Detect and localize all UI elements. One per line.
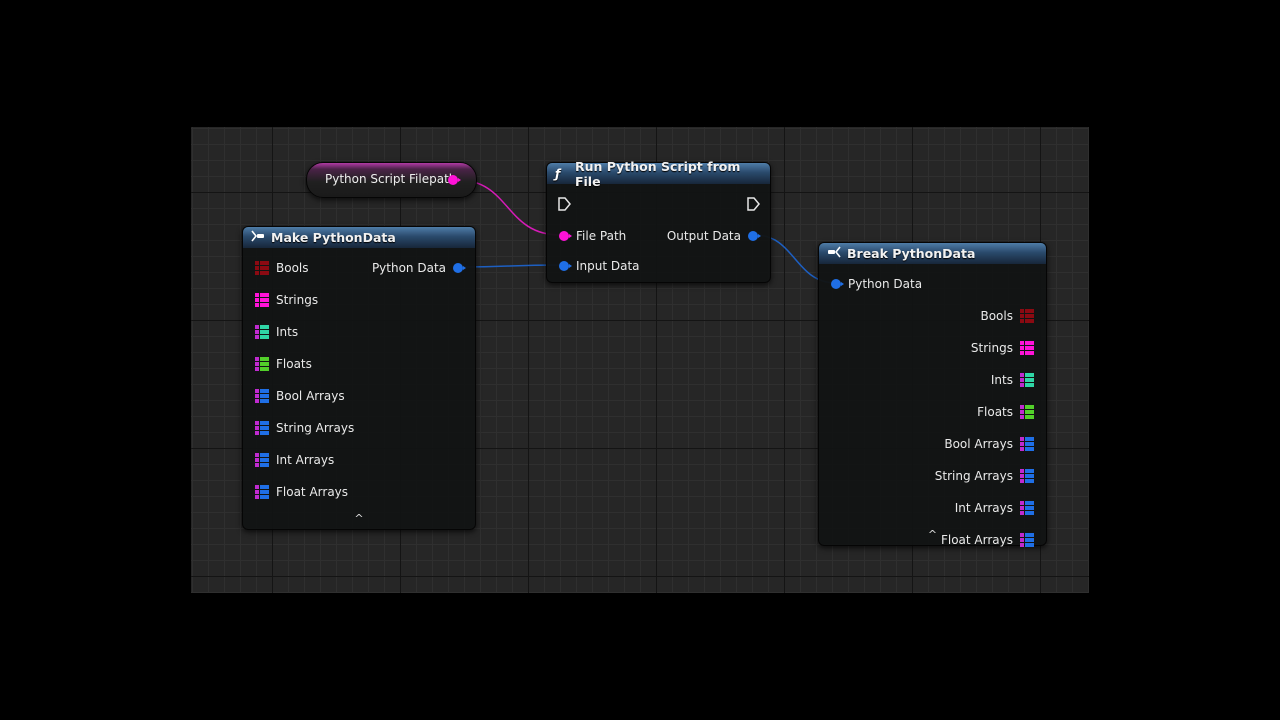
break-string-arrays-label: String Arrays xyxy=(934,469,1013,483)
make-python-data-label: Python Data xyxy=(371,261,446,275)
break-pin-row-string-arrays[interactable]: String Arrays xyxy=(935,467,1034,485)
make-node-header: Make PythonData xyxy=(243,227,475,248)
make-pin-row-bool-arrays[interactable]: Bool Arrays xyxy=(255,387,345,405)
exec-output-pin[interactable] xyxy=(746,197,760,211)
make-pythondata-node[interactable]: Make PythonData Python Data Bools Strings… xyxy=(242,226,476,530)
break-bool-arrays-label: Bool Arrays xyxy=(944,437,1013,451)
function-icon: ƒ xyxy=(555,166,561,181)
make-ints-label: Ints xyxy=(276,325,299,339)
output-data-label: Output Data xyxy=(666,229,741,243)
make-string-arrays-pin-icon[interactable] xyxy=(255,421,269,435)
break-python-data-input-row[interactable]: Python Data xyxy=(831,275,922,293)
break-python-data-label: Python Data xyxy=(848,277,923,291)
make-pin-row-ints[interactable]: Ints xyxy=(255,323,298,341)
break-ints-label: Ints xyxy=(990,373,1013,387)
break-bools-label: Bools xyxy=(980,309,1013,323)
make-python-data-output-pin[interactable] xyxy=(453,263,466,273)
run-node-header: ƒ Run Python Script from File xyxy=(547,159,770,189)
break-python-data-input-pin[interactable] xyxy=(831,279,844,289)
output-data-output-pin[interactable] xyxy=(748,231,761,241)
make-node-title: Make PythonData xyxy=(271,230,396,245)
python-script-filepath-variable-node[interactable]: Python Script Filepath xyxy=(306,162,477,198)
make-strings-pin-icon[interactable] xyxy=(255,293,269,307)
break-int-arrays-label: Int Arrays xyxy=(954,501,1013,515)
make-bool-arrays-label: Bool Arrays xyxy=(276,389,345,403)
make-float-arrays-pin-icon[interactable] xyxy=(255,485,269,499)
output-data-output-row[interactable]: Output Data xyxy=(666,227,761,245)
break-floats-pin-icon[interactable] xyxy=(1020,405,1034,419)
make-pin-row-strings[interactable]: Strings xyxy=(255,291,318,309)
make-floats-label: Floats xyxy=(276,357,312,371)
make-bools-pin-icon[interactable] xyxy=(255,261,269,275)
break-node-collapse-button[interactable]: ^ xyxy=(819,528,1046,541)
variable-label: Python Script Filepath xyxy=(325,172,457,186)
break-string-arrays-pin-icon[interactable] xyxy=(1020,469,1034,483)
break-pin-row-ints[interactable]: Ints xyxy=(991,371,1034,389)
break-pin-row-floats[interactable]: Floats xyxy=(977,403,1034,421)
break-int-arrays-pin-icon[interactable] xyxy=(1020,501,1034,515)
break-pin-row-strings[interactable]: Strings xyxy=(971,339,1034,357)
make-bools-label: Bools xyxy=(276,261,309,275)
make-strings-label: Strings xyxy=(276,293,319,307)
run-node-title: Run Python Script from File xyxy=(574,158,741,189)
break-struct-icon xyxy=(827,246,843,261)
make-pin-row-float-arrays[interactable]: Float Arrays xyxy=(255,483,348,501)
make-int-arrays-pin-icon[interactable] xyxy=(255,453,269,467)
break-strings-label: Strings xyxy=(970,341,1013,355)
input-data-label: Input Data xyxy=(576,259,640,273)
make-pin-row-bools[interactable]: Bools xyxy=(255,259,309,277)
exec-input-pin[interactable] xyxy=(557,197,571,211)
make-pin-row-int-arrays[interactable]: Int Arrays xyxy=(255,451,334,469)
file-path-input-pin[interactable] xyxy=(559,231,572,241)
break-node-header: Break PythonData xyxy=(819,243,1046,264)
break-bool-arrays-pin-icon[interactable] xyxy=(1020,437,1034,451)
break-node-title: Break PythonData xyxy=(847,246,976,261)
break-floats-label: Floats xyxy=(977,405,1013,419)
filepath-output-pin[interactable] xyxy=(448,175,461,185)
file-path-label: File Path xyxy=(576,229,627,243)
make-node-collapse-button[interactable]: ^ xyxy=(243,512,475,525)
break-ints-pin-icon[interactable] xyxy=(1020,373,1034,387)
make-string-arrays-label: String Arrays xyxy=(276,421,355,435)
break-strings-pin-icon[interactable] xyxy=(1020,341,1034,355)
make-struct-icon xyxy=(251,230,267,245)
break-pin-row-bools[interactable]: Bools xyxy=(980,307,1034,325)
run-python-script-node[interactable]: ƒ Run Python Script from File File Path … xyxy=(546,159,771,283)
break-bools-pin-icon[interactable] xyxy=(1020,309,1034,323)
make-pin-row-floats[interactable]: Floats xyxy=(255,355,312,373)
make-pin-row-string-arrays[interactable]: String Arrays xyxy=(255,419,354,437)
input-data-input-pin[interactable] xyxy=(559,261,572,271)
make-int-arrays-label: Int Arrays xyxy=(276,453,335,467)
break-pythondata-node[interactable]: Break PythonData Python Data Bools String… xyxy=(818,242,1047,547)
make-float-arrays-label: Float Arrays xyxy=(276,485,349,499)
make-python-data-output-row[interactable]: Python Data xyxy=(371,259,466,277)
input-data-input-row[interactable]: Input Data xyxy=(559,257,640,275)
make-floats-pin-icon[interactable] xyxy=(255,357,269,371)
file-path-input-row[interactable]: File Path xyxy=(559,227,626,245)
break-pin-row-bool-arrays[interactable]: Bool Arrays xyxy=(944,435,1034,453)
make-ints-pin-icon[interactable] xyxy=(255,325,269,339)
break-pin-row-int-arrays[interactable]: Int Arrays xyxy=(955,499,1034,517)
make-bool-arrays-pin-icon[interactable] xyxy=(255,389,269,403)
